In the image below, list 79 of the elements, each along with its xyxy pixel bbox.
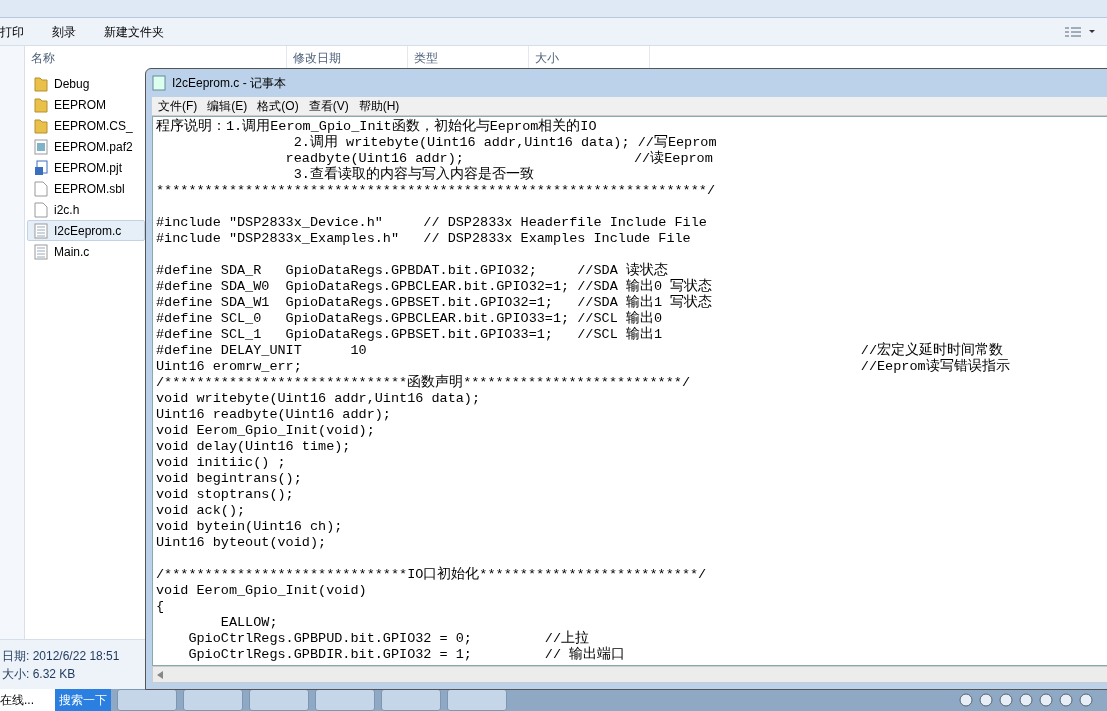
code-line: #define SCL_0 GpioDataRegs.GPBCLEAR.bit.GPIO33=1; //SCL 输出0 bbox=[156, 311, 663, 326]
tray-icon[interactable] bbox=[1019, 693, 1033, 707]
tray-icon[interactable] bbox=[1039, 693, 1053, 707]
menu-item[interactable]: 格式(O) bbox=[257, 97, 299, 115]
code-line: /******************************IO口初始化***************************/ bbox=[156, 567, 708, 583]
toolbar-button[interactable]: 打印 bbox=[0, 22, 24, 41]
file-item[interactable]: EEPROM.sbl bbox=[27, 178, 145, 199]
tray-icon[interactable] bbox=[979, 693, 993, 707]
toolbar-button[interactable]: 新建文件夹 bbox=[104, 22, 164, 41]
menu-item[interactable]: 查看(V) bbox=[308, 97, 349, 115]
code-line: #include "DSP2833x_Examples.h" // DSP2833x Examples Include File bbox=[156, 231, 692, 247]
folder-icon bbox=[34, 96, 48, 113]
code-line: void stoptrans(); bbox=[156, 487, 295, 503]
search-button[interactable]: 搜索一下 bbox=[55, 689, 111, 711]
view-options-icon[interactable] bbox=[1065, 25, 1095, 38]
code-line: #define SDA_W0 GpioDataRegs.GPBCLEAR.bit.GPIO32=1; //SDA 输出0 写状态 bbox=[156, 279, 714, 294]
file-item[interactable]: EEPROM bbox=[27, 94, 145, 115]
file-item[interactable]: Debug bbox=[27, 73, 145, 94]
code-line: 3.查看读取的内容与写入内容是否一致 bbox=[292, 167, 535, 183]
text-document-icon bbox=[34, 243, 48, 260]
tray-icon[interactable] bbox=[999, 693, 1013, 707]
code-line: ********************************************************************/ bbox=[156, 183, 716, 199]
document-icon bbox=[34, 201, 48, 218]
code-line: void initiic() ; bbox=[156, 455, 287, 471]
code-line: { bbox=[156, 599, 166, 615]
notepad-icon bbox=[152, 75, 166, 91]
code-line: void writebyte(Uint16 addr,Uint16 data); bbox=[156, 391, 482, 407]
code-line: void ack(); bbox=[156, 503, 247, 519]
window-title: I2cEeprom.c - 记事本 bbox=[172, 75, 287, 92]
code-line: void delay(Uint16 time); bbox=[156, 439, 352, 455]
folder-icon bbox=[34, 75, 48, 92]
menu-item[interactable]: 帮助(H) bbox=[358, 97, 400, 115]
code-line: void Eerom_Gpio_Init(void); bbox=[156, 423, 376, 439]
code-line: 2.调用 writebyte(Uint16 addr,Uint16 data); //写Eeprom bbox=[292, 135, 718, 150]
code-line: 程序说明：1.调用Eerom_Gpio_Init函数，初始化与Eeprom相关的IO bbox=[156, 119, 598, 135]
code-line: Uint16 byteout(void); bbox=[156, 535, 328, 551]
code-line: void begintrans(); bbox=[156, 471, 303, 487]
taskbar-app-button[interactable] bbox=[447, 689, 507, 711]
tray-icon[interactable] bbox=[1079, 693, 1093, 707]
code-line: Uint16 readbyte(Uint16 addr); bbox=[156, 407, 392, 423]
taskbar-app-button[interactable] bbox=[249, 689, 309, 711]
code-line: #define DELAY_UNIT 10 //宏定义延时时间常数 bbox=[156, 343, 1005, 358]
taskbar-app-button[interactable] bbox=[315, 689, 375, 711]
detail-text: 日期: 2012/6/22 18:51 bbox=[2, 647, 120, 665]
horizontal-scrollbar[interactable] bbox=[152, 666, 1107, 683]
tray-icon[interactable] bbox=[1059, 693, 1073, 707]
code-line: GpioCtrlRegs.GPBPUD.bit.GPIO32 = 0; //上拉 bbox=[187, 631, 591, 646]
file-image-icon bbox=[34, 138, 48, 155]
file-item[interactable]: EEPROM.CS_ bbox=[27, 115, 145, 136]
code-line: void Eerom_Gpio_Init(void) bbox=[156, 583, 368, 599]
code-line: void bytein(Uint16 ch); bbox=[156, 519, 344, 535]
code-line: readbyte(Uint16 addr); //读Eeprom bbox=[284, 151, 714, 166]
taskbar-app-button[interactable] bbox=[117, 689, 177, 711]
document-icon bbox=[34, 180, 48, 197]
code-line: #include "DSP2833x_Device.h" // DSP2833x Headerfile Include File bbox=[156, 215, 708, 231]
file-item[interactable]: Main.c bbox=[27, 241, 145, 262]
scroll-left-icon[interactable] bbox=[157, 670, 163, 679]
text-document-icon bbox=[34, 222, 48, 239]
code-line: #define SCL_1 GpioDataRegs.GPBSET.bit.GPIO33=1; //SCL 输出1 bbox=[156, 327, 663, 343]
menu-item[interactable]: 编辑(E) bbox=[207, 97, 248, 115]
file-item[interactable]: EEPROM.pjt bbox=[27, 157, 145, 178]
file-item[interactable]: I2cEeprom.c bbox=[27, 220, 145, 241]
project-file-icon bbox=[34, 159, 48, 176]
code-line: /******************************函数声明***************************/ bbox=[156, 375, 691, 391]
taskbar-app-button[interactable] bbox=[381, 689, 441, 711]
menu-item[interactable]: 文件(F) bbox=[158, 97, 198, 115]
code-line: GpioCtrlRegs.GPBDIR.bit.GPIO32 = 1; // 输出端口 bbox=[187, 647, 627, 663]
taskbar-app-button[interactable] bbox=[183, 689, 243, 711]
code-line: Uint16 eromrw_err; //Eeprom读写错误指示 bbox=[156, 359, 1011, 374]
tray-icon[interactable] bbox=[959, 693, 973, 707]
detail-text: 大小: 6.32 KB bbox=[2, 665, 76, 683]
code-line: #define SDA_W1 GpioDataRegs.GPBSET.bit.GPIO32=1; //SDA 输出1 写状态 bbox=[156, 295, 714, 310]
search-box[interactable]: 在线... bbox=[0, 689, 55, 711]
file-item[interactable]: EEPROM.paf2 bbox=[27, 136, 145, 157]
folder-icon bbox=[34, 117, 48, 134]
code-line: #define SDA_R GpioDataRegs.GPBDAT.bit.GPIO32; //SDA 读状态 bbox=[156, 263, 669, 278]
toolbar-button[interactable]: 刻录 bbox=[52, 22, 76, 41]
file-item[interactable]: i2c.h bbox=[27, 199, 145, 220]
code-line: EALLOW; bbox=[219, 615, 279, 631]
